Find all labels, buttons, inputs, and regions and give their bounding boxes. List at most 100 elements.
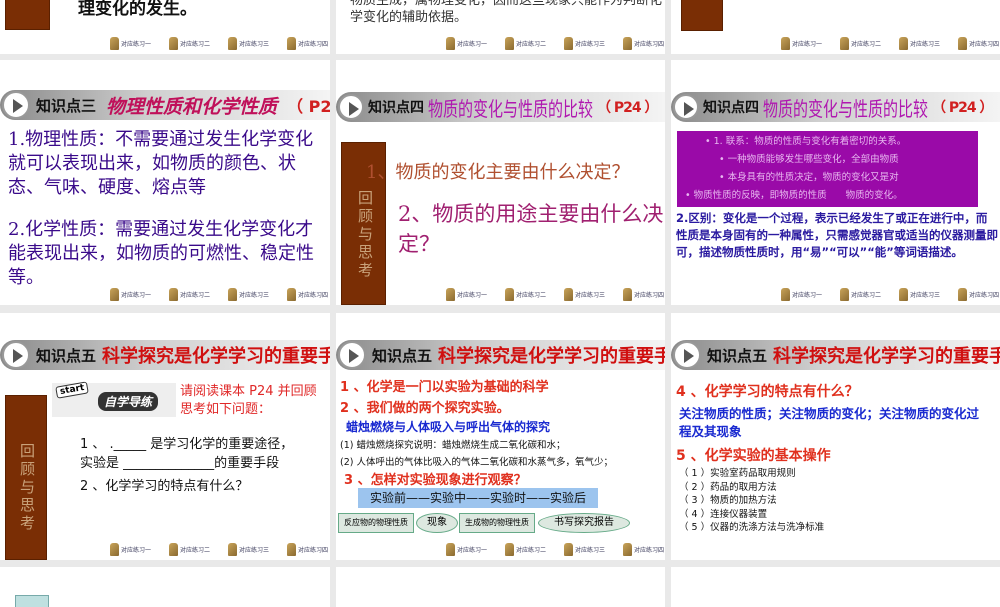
sidebar-block bbox=[5, 0, 50, 30]
nav-link-label: 对应练习四 bbox=[298, 292, 329, 299]
slide-title: 科学探究是化学学习的重要手段 bbox=[438, 346, 665, 367]
slide-text: 理变化的发生。 bbox=[78, 0, 197, 19]
nav-link-exercise-2[interactable]: 对应练习二 bbox=[169, 543, 210, 556]
arrow-icon bbox=[673, 341, 701, 369]
nav-link-exercise-2[interactable]: 对应练习二 bbox=[840, 288, 881, 301]
arrow-icon bbox=[2, 91, 30, 119]
nav-link-exercise-2[interactable]: 对应练习二 bbox=[169, 37, 210, 50]
nav-link-label: 对应练习一 bbox=[457, 41, 488, 48]
nav-link-exercise-4[interactable]: 对应练习四 bbox=[623, 543, 664, 556]
slide-thumb-11[interactable] bbox=[336, 567, 665, 607]
arrow-icon bbox=[338, 94, 364, 120]
slide-thumb-10[interactable] bbox=[0, 567, 330, 607]
slide-knowledge-point-4a[interactable]: 知识点四 物质的变化与性质的比较 （ P24 ） 回顾与思考 1、物质的变化主要… bbox=[336, 60, 665, 305]
nav-link-exercise-4[interactable]: 对应练习四 bbox=[287, 37, 328, 50]
slide-knowledge-point-5a[interactable]: 知识点五 科学探究是化学学习的重要手段 回顾与思考 start 自学导练 请阅读… bbox=[0, 313, 330, 560]
nav-link-exercise-4[interactable]: 对应练习四 bbox=[623, 288, 664, 301]
nav-row: 对应练习一对应练习二对应练习三对应练习四对应练习五 bbox=[446, 37, 665, 50]
slide-thumb-1[interactable]: 理变化的发生。 对应练习一对应练习二对应练习三对应练习四对应练习五 bbox=[0, 0, 330, 54]
nav-link-exercise-3[interactable]: 对应练习三 bbox=[899, 288, 940, 301]
nav-link-exercise-2[interactable]: 对应练习二 bbox=[169, 288, 210, 301]
figure-icon bbox=[110, 288, 119, 301]
flow-box: 反应物的物理性质 bbox=[338, 513, 414, 533]
nav-link-exercise-4[interactable]: 对应练习四 bbox=[958, 37, 999, 50]
list-item: （ 2 ）药品的取用方法 bbox=[679, 481, 777, 493]
nav-link-exercise-2[interactable]: 对应练习二 bbox=[505, 288, 546, 301]
prompt-line: 请阅读课本 P24 并回顾 bbox=[180, 384, 317, 399]
nav-link-exercise-1[interactable]: 对应练习一 bbox=[781, 37, 822, 50]
slide-thumb-12[interactable] bbox=[671, 567, 1000, 607]
figure-icon bbox=[287, 543, 297, 556]
nav-link-label: 对应练习一 bbox=[792, 292, 823, 299]
figure-icon bbox=[446, 37, 455, 50]
figure-icon bbox=[505, 288, 515, 301]
nav-link-label: 对应练习二 bbox=[516, 41, 547, 48]
nav-link-exercise-1[interactable]: 对应练习一 bbox=[110, 288, 151, 301]
figure-icon bbox=[287, 37, 297, 50]
nav-link-exercise-3[interactable]: 对应练习三 bbox=[564, 37, 605, 50]
nav-link-label: 对应练习一 bbox=[792, 41, 823, 48]
kp-label: 知识点五 bbox=[36, 346, 97, 365]
nav-link-exercise-4[interactable]: 对应练习四 bbox=[623, 37, 664, 50]
nav-link-exercise-3[interactable]: 对应练习三 bbox=[564, 288, 605, 301]
slide-title-wrap: 物质的变化与性质的比较 bbox=[763, 94, 928, 121]
nav-link-exercise-3[interactable]: 对应练习三 bbox=[899, 37, 940, 50]
nav-row: 对应练习一对应练习二对应练习三对应练习四对应练习五 bbox=[781, 37, 1000, 50]
figure-icon bbox=[505, 543, 515, 556]
nav-link-label: 对应练习三 bbox=[575, 41, 606, 48]
box-line: • 物质性质的反映，即物质的性质 物质的变化。 bbox=[685, 190, 903, 201]
page-ref: （ P24 ） bbox=[597, 100, 658, 116]
nav-link-exercise-4[interactable]: 对应练习四 bbox=[287, 288, 328, 301]
nav-link-exercise-2[interactable]: 对应练习二 bbox=[505, 37, 546, 50]
figure-icon bbox=[623, 288, 633, 301]
nav-link-exercise-3[interactable]: 对应练习三 bbox=[564, 543, 605, 556]
operation-list: （ 1 ）实验室药品取用规则 （ 2 ）药品的取用方法 （ 3 ）物质的加热方法… bbox=[679, 467, 824, 535]
nav-link-exercise-4[interactable]: 对应练习四 bbox=[958, 288, 999, 301]
slide-thumb-3[interactable]: 对应练习一对应练习二对应练习三对应练习四对应练习五 bbox=[671, 0, 1000, 54]
nav-link-exercise-1[interactable]: 对应练习一 bbox=[446, 288, 487, 301]
questions: 1 、 ._____ 是学习化学的重要途径， 实验是 _____________… bbox=[80, 435, 293, 496]
nav-link-exercise-2[interactable]: 对应练习二 bbox=[840, 37, 881, 50]
nav-row: 对应练习一对应练习二对应练习三对应练习四对应练习五 bbox=[110, 543, 330, 556]
physical-property-text: 1.物理性质：不需要通过发生化学变化就可以表现出来，如物质的颜色、状态、气味、硬… bbox=[8, 129, 314, 198]
nav-link-label: 对应练习四 bbox=[634, 547, 665, 554]
slide-knowledge-point-5b[interactable]: 知识点五 科学探究是化学学习的重要手段 1 、化学是一门以实验为基础的科学 2 … bbox=[336, 313, 665, 560]
nav-link-label: 对应练习四 bbox=[969, 41, 1000, 48]
nav-link-exercise-3[interactable]: 对应练习三 bbox=[228, 37, 269, 50]
nav-link-exercise-1[interactable]: 对应练习一 bbox=[446, 37, 487, 50]
slide-thumb-2[interactable]: 物质生成，属物理变化，因而这些现象只能作为判断化 学变化的辅助依据。 对应练习一… bbox=[336, 0, 665, 54]
question-2: 2 、化学学习的特点有什么？ bbox=[80, 479, 249, 494]
figure-icon bbox=[169, 288, 179, 301]
figure-icon bbox=[110, 37, 119, 50]
text-line: 学变化的辅助依据。 bbox=[350, 10, 468, 25]
figure-icon bbox=[505, 37, 515, 50]
nav-link-exercise-2[interactable]: 对应练习二 bbox=[505, 543, 546, 556]
chemical-property-text: 2.化学性质：需要通过发生化学变化才能表现出来，如物质的可燃性、稳定性等。 bbox=[8, 219, 314, 288]
nav-link-exercise-1[interactable]: 对应练习一 bbox=[446, 543, 487, 556]
figure-icon bbox=[958, 288, 968, 301]
slide-knowledge-point-3[interactable]: 知识点三 物理性质和化学性质 （ P2 1.物理性质：不需要通过发生化学变化就可… bbox=[0, 60, 330, 305]
slide-knowledge-point-5c[interactable]: 知识点五 科学探究是化学学习的重要手段 4 、化学学习的特点有什么？ 关注物质的… bbox=[671, 313, 1000, 560]
heading-1: 1 、化学是一门以实验为基础的科学 bbox=[340, 380, 549, 395]
figure-icon bbox=[446, 288, 455, 301]
nav-link-exercise-1[interactable]: 对应练习一 bbox=[110, 37, 151, 50]
figure-icon bbox=[623, 543, 633, 556]
nav-link-exercise-1[interactable]: 对应练习一 bbox=[781, 288, 822, 301]
nav-link-exercise-1[interactable]: 对应练习一 bbox=[110, 543, 151, 556]
nav-link-label: 对应练习二 bbox=[851, 41, 882, 48]
slide-knowledge-point-4b[interactable]: 知识点四 物质的变化与性质的比较 （ P24 ） • 1. 联系：物质的性质与变… bbox=[671, 60, 1000, 305]
question-1-line1: 1 、 ._____ 是学习化学的重要途径， bbox=[80, 437, 294, 452]
text-line: 物质生成，属物理变化，因而这些现象只能作为判断化 bbox=[350, 0, 663, 8]
list-item: （ 3 ）物质的加热方法 bbox=[679, 495, 777, 506]
sidebar-label: 回顾与思考 bbox=[18, 443, 36, 533]
kp-label: 知识点四 bbox=[703, 100, 759, 116]
nav-link-exercise-3[interactable]: 对应练习三 bbox=[228, 543, 269, 556]
figure-icon bbox=[899, 37, 909, 50]
nav-link-label: 对应练习四 bbox=[634, 41, 665, 48]
nav-link-exercise-3[interactable]: 对应练习三 bbox=[228, 288, 269, 301]
nav-link-exercise-4[interactable]: 对应练习四 bbox=[287, 543, 328, 556]
slide-title-wrap: 物质的变化与性质的比较 bbox=[428, 94, 593, 121]
flow-oval: 书写探究报告 bbox=[538, 513, 630, 533]
box-line: • 一种物质能够发生哪些变化，全部由物质 bbox=[719, 154, 899, 165]
box-line: • 1. 联系：物质的性质与变化有着密切的关系。 bbox=[705, 136, 907, 147]
